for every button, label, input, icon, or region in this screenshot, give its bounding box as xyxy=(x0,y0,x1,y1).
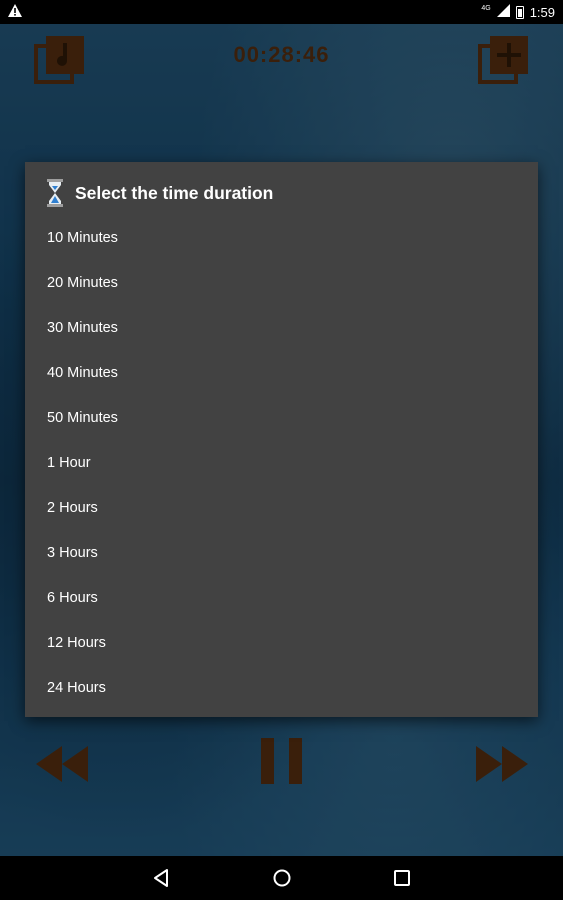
navigation-bar xyxy=(0,856,563,900)
option-2-hours[interactable]: 2 Hours xyxy=(47,486,517,531)
option-20-minutes[interactable]: 20 Minutes xyxy=(47,261,517,306)
option-50-minutes[interactable]: 50 Minutes xyxy=(47,396,517,441)
dialog-title: Select the time duration xyxy=(47,178,273,208)
option-1-hour[interactable]: 1 Hour xyxy=(47,441,517,486)
option-30-minutes[interactable]: 30 Minutes xyxy=(47,306,517,351)
clock: 1:59 xyxy=(529,4,555,20)
battery-icon xyxy=(515,5,524,19)
warning-icon xyxy=(8,4,22,20)
home-icon[interactable] xyxy=(272,868,292,888)
option-40-minutes[interactable]: 40 Minutes xyxy=(47,351,517,396)
option-24-hours[interactable]: 24 Hours xyxy=(47,666,517,711)
option-10-minutes[interactable]: 10 Minutes xyxy=(47,216,517,261)
option-3-hours[interactable]: 3 Hours xyxy=(47,531,517,576)
duration-dialog: Select the time duration 10 Minutes 20 M… xyxy=(25,162,538,717)
signal-icon xyxy=(496,4,510,20)
status-bar: 4G 1:59 xyxy=(0,0,563,24)
recents-icon[interactable] xyxy=(392,868,412,888)
back-icon[interactable] xyxy=(152,868,172,888)
hourglass-icon xyxy=(47,179,63,207)
network-type-label: 4G xyxy=(481,4,491,12)
option-6-hours[interactable]: 6 Hours xyxy=(47,576,517,621)
option-12-hours[interactable]: 12 Hours xyxy=(47,621,517,666)
dialog-title-text: Select the time duration xyxy=(75,182,274,203)
